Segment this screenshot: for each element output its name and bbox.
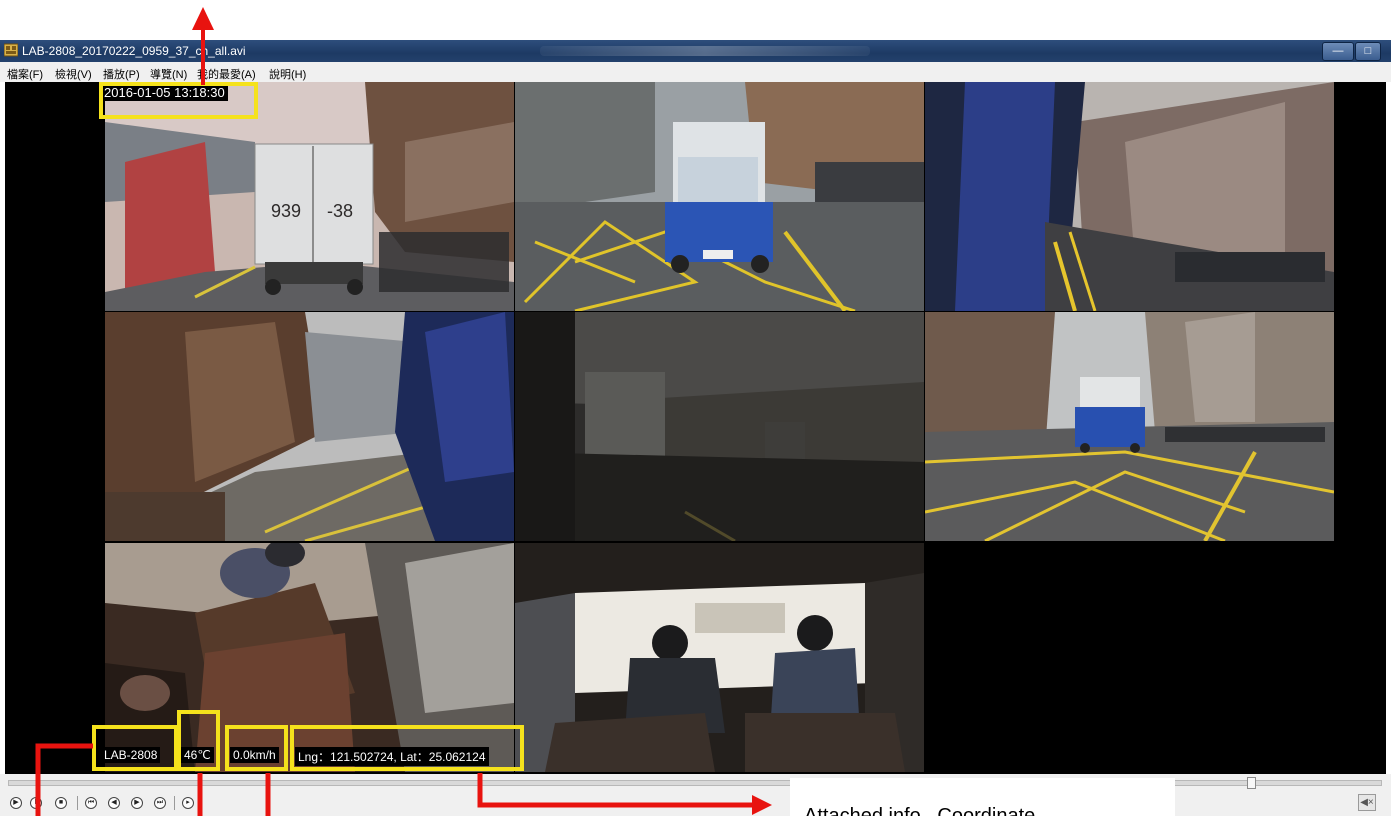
window-titlebar: LAB-2808_20170222_0959_37_ch_all.avi — □ — [0, 40, 1391, 62]
camera-view-3[interactable] — [925, 82, 1334, 311]
annotation-label: Attached info –Coordinate — [790, 778, 1175, 816]
camera-view-5[interactable] — [515, 312, 924, 541]
menu-file[interactable]: 檔案(F) — [7, 66, 43, 82]
step-back-icon[interactable]: ◀ — [108, 797, 120, 809]
mute-button[interactable]: ◀× — [1358, 794, 1376, 811]
menu-navigate[interactable]: 導覽(N) — [150, 66, 187, 82]
camera-view-8[interactable] — [515, 543, 924, 772]
stop-icon[interactable]: ■ — [55, 797, 67, 809]
arrow-head-up — [192, 7, 214, 30]
menu-bar: 檔案(F) 檢視(V) 播放(P) 導覽(N) 我的最愛(A) 說明(H) — [0, 62, 1391, 82]
truck-number-right: -38 — [327, 201, 353, 221]
minimize-button[interactable]: — — [1322, 42, 1354, 61]
menu-play[interactable]: 播放(P) — [103, 66, 140, 82]
app-icon — [4, 43, 18, 57]
blurred-title-area — [540, 46, 870, 56]
highlight-plate — [92, 725, 178, 771]
maximize-button[interactable]: □ — [1355, 42, 1381, 61]
camera-view-2[interactable] — [515, 82, 924, 311]
highlight-speed — [225, 725, 288, 771]
truck-number-left: 939 — [271, 201, 301, 221]
highlight-timestamp — [99, 82, 258, 119]
step-forward-icon[interactable]: ▶ — [131, 797, 143, 809]
menu-favorites[interactable]: 我的最愛(A) — [197, 66, 256, 82]
play-icon[interactable]: ▶ — [10, 797, 22, 809]
highlight-coordinate — [290, 725, 524, 771]
playback-controls: ▶ ‖ ■ ⏮ ◀ ▶ ⏭ ▸ ◀× — [0, 774, 1391, 816]
skip-end-icon[interactable]: ⏭ — [154, 797, 166, 809]
seek-bar[interactable] — [8, 780, 1382, 786]
frame-icon[interactable]: ▸ — [182, 797, 194, 809]
skip-start-icon[interactable]: ⏮ — [85, 797, 97, 809]
camera-view-6[interactable] — [925, 312, 1334, 541]
control-separator — [174, 796, 175, 810]
camera-view-4[interactable] — [105, 312, 514, 541]
video-display[interactable]: 939 -38 2016-01-05 13:18:30 LAB-2808 46℃… — [5, 82, 1386, 774]
highlight-temperature — [177, 710, 220, 771]
control-separator — [77, 796, 78, 810]
menu-view[interactable]: 檢視(V) — [55, 66, 92, 82]
pause-icon[interactable]: ‖ — [30, 797, 42, 809]
menu-help[interactable]: 說明(H) — [269, 66, 306, 82]
window-title: LAB-2808_20170222_0959_37_ch_all.avi — [22, 44, 246, 58]
seek-thumb[interactable] — [1246, 777, 1256, 789]
